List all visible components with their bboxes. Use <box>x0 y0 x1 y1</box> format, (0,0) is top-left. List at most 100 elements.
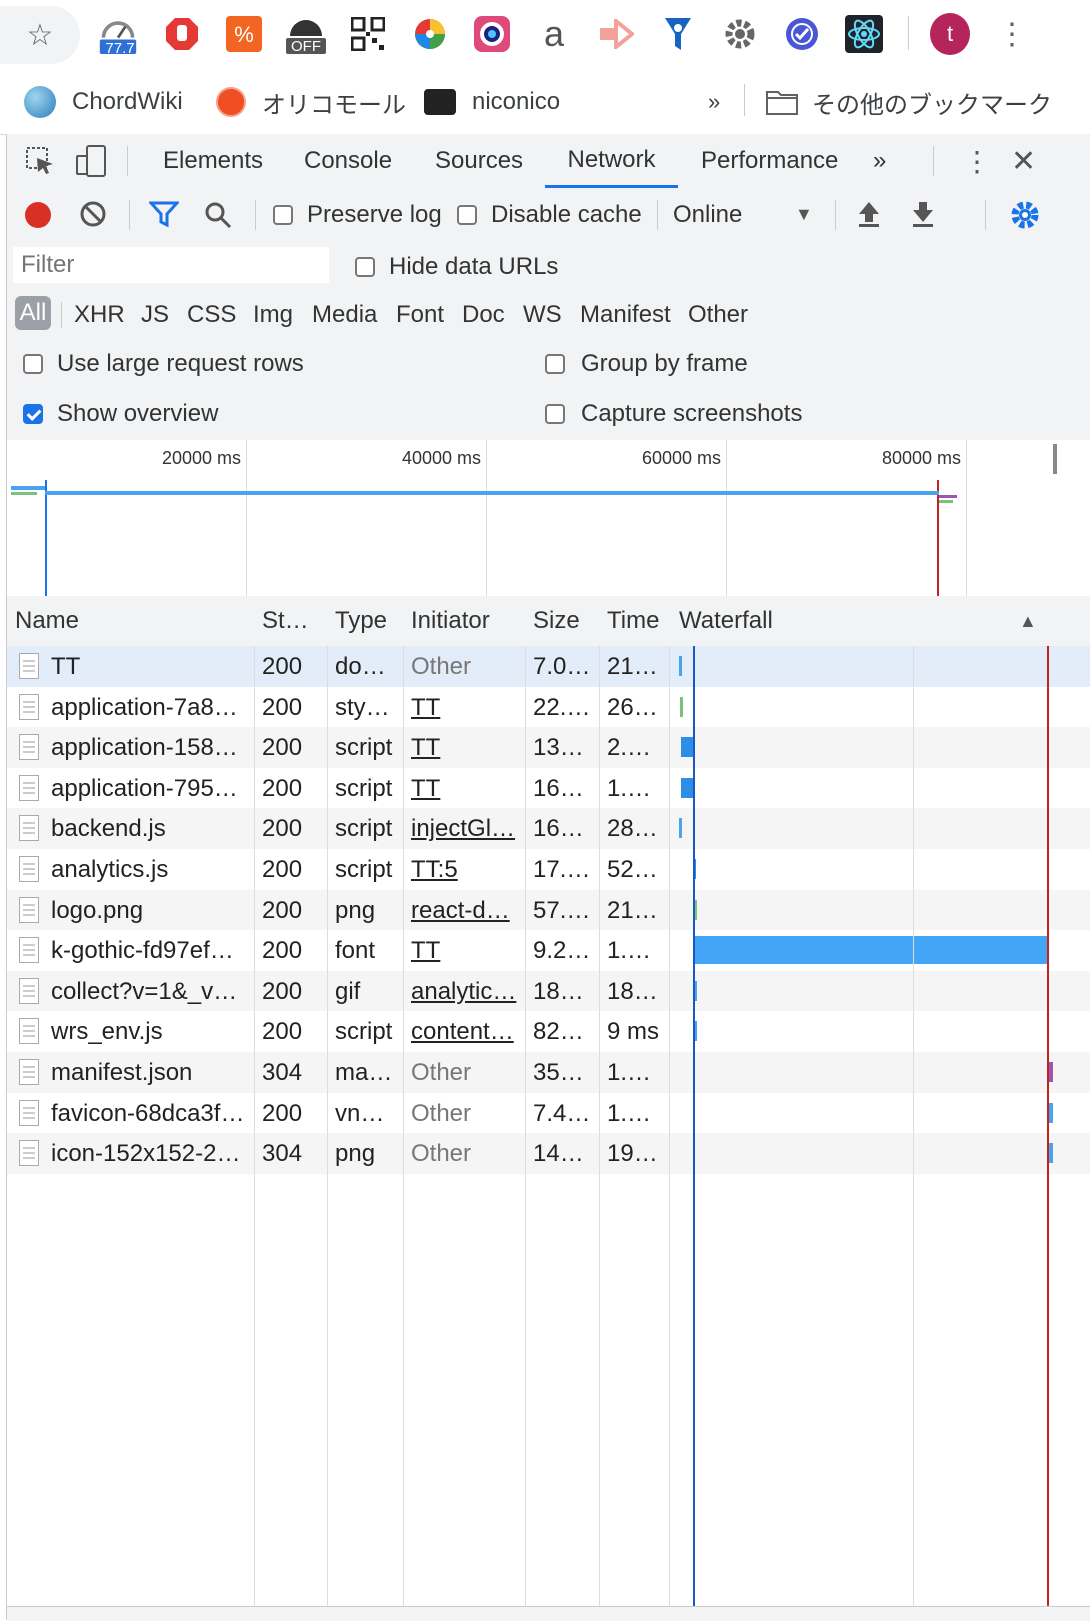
column-divider[interactable] <box>669 646 670 1620</box>
overview-tick-label: 60000 ms <box>641 448 721 468</box>
cell-name: application-7a8… <box>51 693 238 721</box>
cell-initiator[interactable]: content… <box>411 1011 527 1052</box>
cell-initiator[interactable]: injectGl… <box>411 808 527 849</box>
devtools-menu-icon[interactable]: ⋮ <box>963 134 991 188</box>
table-row[interactable]: backend.js 200 script injectGl… 16… 28… <box>7 808 1090 850</box>
group-by-frame-checkbox[interactable] <box>545 354 565 374</box>
network-overview[interactable]: 20000 ms 40000 ms 60000 ms 80000 ms <box>7 440 1090 597</box>
preserve-log-checkbox[interactable] <box>273 205 293 225</box>
column-header-initiator[interactable]: Initiator <box>411 596 527 646</box>
type-xhr[interactable]: XHR <box>74 301 125 329</box>
sort-ascending-icon[interactable]: ▲ <box>1019 596 1037 646</box>
column-divider[interactable] <box>403 646 404 1620</box>
type-img[interactable]: Img <box>253 301 293 329</box>
table-row[interactable]: wrs_env.js 200 script content… 82… 9 ms <box>7 1011 1090 1053</box>
tab-elements[interactable]: Elements <box>163 134 263 188</box>
export-har-icon[interactable] <box>911 200 935 233</box>
profile-avatar[interactable]: t <box>930 13 970 55</box>
column-header-size[interactable]: Size <box>533 596 601 646</box>
table-row[interactable]: TT 200 do… Other 7.0… 21… <box>7 646 1090 687</box>
device-toolbar-icon[interactable] <box>75 144 107 178</box>
react-atom-icon[interactable] <box>844 14 884 54</box>
cell-initiator[interactable]: TT:5 <box>411 849 527 890</box>
table-row[interactable]: manifest.json 304 ma… Other 35… 1.… <box>7 1052 1090 1093</box>
type-doc[interactable]: Doc <box>462 301 505 329</box>
search-icon[interactable] <box>203 200 233 235</box>
cell-initiator[interactable]: react-d… <box>411 890 527 931</box>
bookmark-niconico[interactable]: niconico <box>424 84 560 120</box>
bookmarks-overflow-button[interactable]: » <box>708 84 720 120</box>
type-all[interactable]: All <box>15 296 51 330</box>
column-header-waterfall[interactable]: Waterfall <box>679 596 979 646</box>
column-header-type[interactable]: Type <box>335 596 405 646</box>
type-css[interactable]: CSS <box>187 301 236 329</box>
hide-data-urls-checkbox[interactable] <box>355 257 375 277</box>
more-vert-icon[interactable]: ⋮ <box>992 14 1032 54</box>
cell-initiator[interactable]: TT <box>411 727 527 768</box>
table-row[interactable]: application-158… 200 script TT 13… 2.… <box>7 727 1090 769</box>
tab-performance[interactable]: Performance <box>701 134 838 188</box>
table-row[interactable]: k-gothic-fd97ef… 200 font TT 9.2… 1.… <box>7 930 1090 972</box>
other-bookmarks-folder[interactable]: その他のブックマーク <box>766 84 1052 120</box>
arrow-extension-icon[interactable] <box>596 14 636 54</box>
disable-cache-checkbox[interactable] <box>457 205 477 225</box>
show-overview-checkbox[interactable] <box>23 404 43 424</box>
network-settings-gear-icon[interactable] <box>1009 199 1041 236</box>
table-row[interactable]: application-795… 200 script TT 16… 1.… <box>7 767 1090 809</box>
adblock-hand-icon[interactable] <box>162 14 202 54</box>
cell-initiator[interactable]: analytic… <box>411 971 527 1012</box>
cell-initiator[interactable]: TT <box>411 930 527 971</box>
table-row[interactable]: icon-152x152-2… 304 png Other 14… 19… <box>7 1133 1090 1175</box>
type-font[interactable]: Font <box>396 301 444 329</box>
cell-size: 16… <box>533 774 584 802</box>
color-wheel-icon[interactable] <box>410 14 450 54</box>
type-js[interactable]: JS <box>141 301 169 329</box>
table-row[interactable]: favicon-68dca3f… 200 vn… Other 7.4… 1.… <box>7 1092 1090 1134</box>
type-ws[interactable]: WS <box>523 301 562 329</box>
speedometer-extension-icon[interactable]: 77.7 <box>98 14 138 57</box>
large-rows-checkbox[interactable] <box>23 354 43 374</box>
camera-lens-icon[interactable] <box>472 14 512 54</box>
star-icon[interactable]: ☆ <box>0 6 80 64</box>
type-other[interactable]: Other <box>688 301 748 329</box>
column-divider[interactable] <box>525 646 526 1620</box>
overview-resize-handle[interactable] <box>1053 444 1057 474</box>
tab-console[interactable]: Console <box>304 134 392 188</box>
tab-sources[interactable]: Sources <box>435 134 523 188</box>
filter-icon[interactable] <box>147 200 181 233</box>
more-tabs-button[interactable]: » <box>873 134 886 188</box>
column-divider[interactable] <box>599 646 600 1620</box>
off-extension-icon[interactable]: OFF <box>286 14 326 55</box>
throttling-select[interactable]: Online ▼ <box>673 196 815 234</box>
gear-extension-icon[interactable] <box>720 14 760 54</box>
column-divider[interactable] <box>254 646 255 1620</box>
filter-input[interactable] <box>13 247 329 283</box>
table-row[interactable]: collect?v=1&_v… 200 gif analytic… 18… 18… <box>7 970 1090 1012</box>
clear-icon[interactable] <box>79 200 107 233</box>
column-header-time[interactable]: Time <box>607 596 671 646</box>
inspect-element-icon[interactable] <box>25 146 55 176</box>
table-row[interactable]: logo.png 200 png react-d… 57.… 21… <box>7 889 1090 931</box>
bookmark-orico[interactable]: オリコモール <box>216 84 406 120</box>
record-icon[interactable] <box>25 202 51 228</box>
cell-initiator[interactable]: TT <box>411 687 527 728</box>
column-header-status[interactable]: St… <box>262 596 326 646</box>
cell-initiator[interactable]: TT <box>411 768 527 809</box>
capture-screenshots-checkbox[interactable] <box>545 404 565 424</box>
bookmark-chordwiki[interactable]: ChordWiki <box>24 84 183 120</box>
percent-extension-icon[interactable]: % <box>224 14 264 54</box>
close-devtools-icon[interactable]: ✕ <box>1011 134 1036 188</box>
filter-funnel-icon[interactable] <box>658 14 698 54</box>
type-media[interactable]: Media <box>312 301 377 329</box>
amazon-a-icon[interactable]: a <box>534 13 574 54</box>
import-har-icon[interactable] <box>857 200 881 233</box>
table-row[interactable]: application-7a8… 200 sty… TT 22.… 26… <box>7 686 1090 728</box>
tab-network[interactable]: Network <box>545 134 678 188</box>
column-header-name[interactable]: Name <box>15 596 251 646</box>
check-circle-icon[interactable] <box>782 14 822 54</box>
table-row[interactable]: analytics.js 200 script TT:5 17.… 52… <box>7 849 1090 890</box>
cell-name: k-gothic-fd97ef… <box>51 937 234 965</box>
column-divider[interactable] <box>327 646 328 1620</box>
qr-code-icon[interactable] <box>348 14 388 54</box>
type-manifest[interactable]: Manifest <box>580 301 671 329</box>
